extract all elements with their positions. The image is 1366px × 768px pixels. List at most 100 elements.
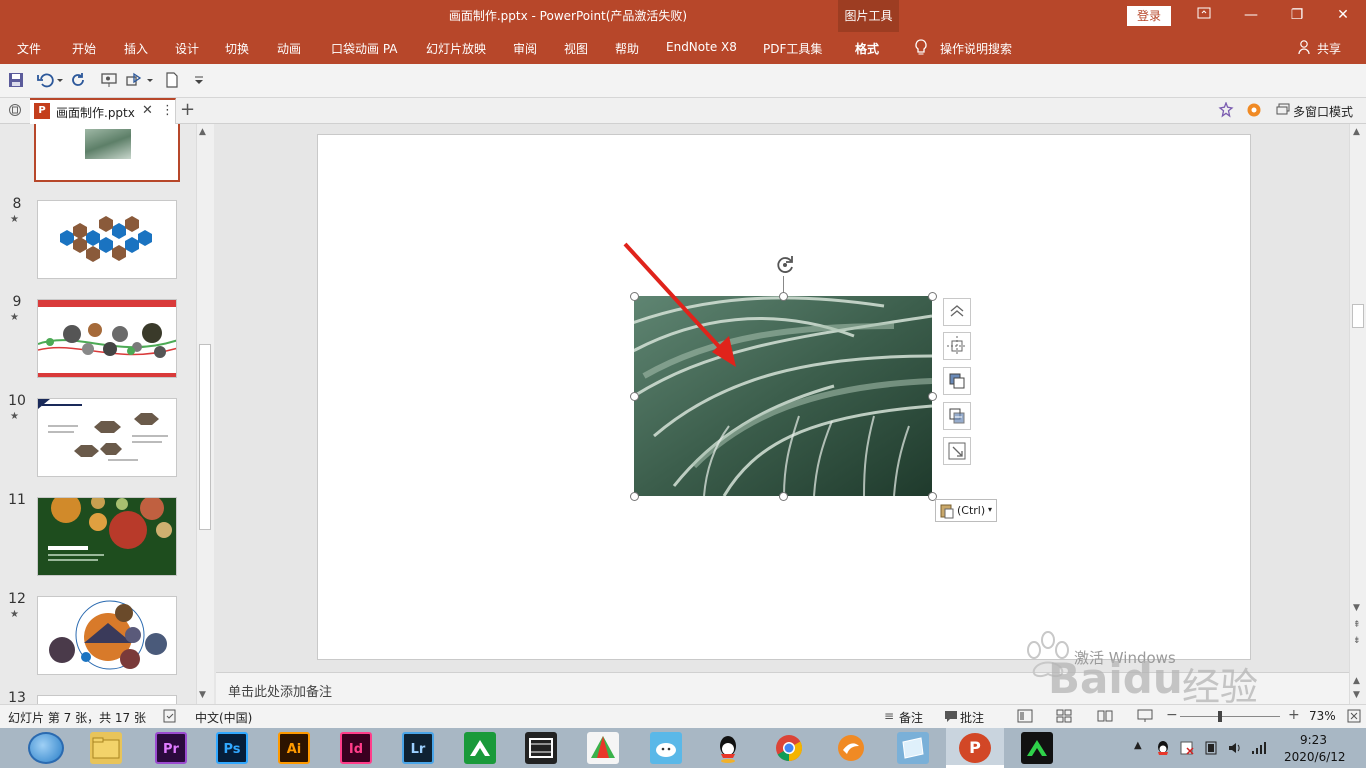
chrome-icon[interactable]: [773, 732, 805, 764]
notes-pane[interactable]: 单击此处添加备注: [216, 672, 1349, 704]
resize-handle-bottom-left[interactable]: [630, 492, 639, 501]
scroll-up-icon[interactable]: ▲: [1353, 127, 1360, 137]
new-tab-icon[interactable]: +: [180, 99, 195, 120]
lightbulb-icon[interactable]: [914, 38, 928, 59]
tab-list-icon[interactable]: [8, 103, 22, 120]
fit-to-window-icon[interactable]: [1347, 709, 1361, 726]
notes-button[interactable]: 备注: [899, 709, 923, 726]
tab-help[interactable]: 帮助: [615, 40, 639, 57]
tray-qq-icon[interactable]: [1155, 739, 1171, 760]
colorful-app-icon[interactable]: [587, 732, 619, 764]
multi-window-mode-button[interactable]: 多窗口模式: [1293, 103, 1353, 120]
zoom-out-icon[interactable]: −: [1166, 707, 1178, 723]
thumb-scroll-up-icon[interactable]: ▲: [199, 127, 206, 137]
show-hidden-icons-icon[interactable]: ▲: [1134, 740, 1142, 751]
notes-scroll-up-icon[interactable]: ▲: [1353, 676, 1360, 686]
share-button[interactable]: 共享: [1317, 40, 1341, 57]
green-app-icon[interactable]: [464, 732, 496, 764]
thumbnails-scrollbar[interactable]: ▲ ▼: [196, 124, 214, 704]
clock-date[interactable]: 2020/6/12: [1284, 750, 1346, 764]
tab-insert[interactable]: 插入: [124, 40, 148, 57]
align-center-button[interactable]: [943, 332, 971, 360]
slide-thumb-9[interactable]: [37, 299, 177, 378]
illustrator-icon[interactable]: Ai: [278, 732, 310, 764]
language-status[interactable]: 中文(中国): [195, 709, 252, 726]
share-user-icon[interactable]: [1298, 39, 1312, 58]
new-file-icon[interactable]: [165, 72, 183, 90]
layout-options-button[interactable]: [943, 298, 971, 326]
slide-sorter-icon[interactable]: [1056, 709, 1072, 726]
zoom-slider-thumb[interactable]: [1218, 711, 1222, 722]
reading-view-icon[interactable]: [1097, 709, 1113, 726]
comments-button[interactable]: 批注: [960, 709, 984, 726]
tab-pocket-animation[interactable]: 口袋动画 PA: [331, 40, 398, 57]
tab-more-icon[interactable]: ⋮: [161, 103, 174, 118]
ribbon-display-options-icon[interactable]: [1181, 0, 1227, 32]
slide-vertical-scrollbar[interactable]: ▲ ▼ ⇞ ⇟ ▲ ▼: [1349, 124, 1366, 704]
tab-view[interactable]: 视图: [564, 40, 588, 57]
normal-view-icon[interactable]: [1017, 709, 1033, 726]
green-logo-app-icon[interactable]: [1021, 732, 1053, 764]
slide-thumb-7-selected[interactable]: [34, 124, 180, 182]
resize-handle-right[interactable]: [928, 392, 937, 401]
shapes-icon[interactable]: [125, 72, 143, 90]
premiere-icon[interactable]: Pr: [155, 732, 187, 764]
undo-icon[interactable]: [37, 72, 55, 90]
resize-handle-top[interactable]: [779, 292, 788, 301]
zoom-slider-track[interactable]: [1180, 716, 1280, 717]
lightroom-icon[interactable]: Lr: [402, 732, 434, 764]
minimize-icon[interactable]: —: [1228, 0, 1274, 32]
redo-icon[interactable]: [71, 72, 89, 90]
volume-icon[interactable]: [1227, 740, 1243, 759]
network-signal-icon[interactable]: [1251, 740, 1267, 759]
slideshow-view-icon[interactable]: [1137, 709, 1153, 726]
tray-device-icon[interactable]: [1203, 740, 1219, 759]
paper-app-icon[interactable]: [897, 732, 929, 764]
notes-placeholder[interactable]: 单击此处添加备注: [228, 681, 332, 700]
undo-dropdown-icon[interactable]: [56, 72, 64, 90]
slide-thumb-11[interactable]: [37, 497, 177, 576]
presenter-icon[interactable]: [100, 72, 118, 90]
tab-animations[interactable]: 动画: [277, 40, 301, 57]
crop-button[interactable]: [943, 437, 971, 465]
multi-window-icon[interactable]: [1276, 103, 1290, 118]
notes-scroll-down-icon[interactable]: ▼: [1353, 690, 1360, 700]
settings-gear-icon[interactable]: [1246, 102, 1262, 121]
shapes-dropdown-icon[interactable]: [146, 72, 154, 90]
comments-icon[interactable]: [944, 709, 958, 726]
video-editor-icon[interactable]: [525, 732, 557, 764]
tab-review[interactable]: 审阅: [513, 40, 537, 57]
browser-bird-icon[interactable]: [835, 732, 867, 764]
tab-file[interactable]: 文件: [17, 40, 41, 57]
qq-icon[interactable]: [712, 732, 744, 764]
document-tab[interactable]: P 画面制作.pptx ✕ ⋮: [30, 98, 176, 124]
accessibility-check-icon[interactable]: [163, 709, 177, 726]
slide-scroll-thumb[interactable]: [1352, 304, 1364, 328]
thumb-scroll-thumb[interactable]: [199, 344, 211, 530]
tell-me-search[interactable]: 操作说明搜索: [940, 40, 1012, 57]
next-slide-icon[interactable]: ⇟: [1353, 636, 1361, 646]
powerpoint-taskbar-active[interactable]: P: [946, 728, 1004, 768]
indesign-icon[interactable]: Id: [340, 732, 372, 764]
save-icon[interactable]: [8, 72, 26, 90]
restore-icon[interactable]: ❐: [1274, 0, 1320, 32]
tab-pdf-tools[interactable]: PDF工具集: [763, 40, 822, 57]
bring-forward-button[interactable]: [943, 367, 971, 395]
slide-thumb-13[interactable]: [37, 695, 177, 704]
zoom-level[interactable]: 73%: [1309, 709, 1336, 723]
tab-endnote[interactable]: EndNote X8: [666, 40, 737, 54]
customize-qat-icon[interactable]: [193, 72, 211, 90]
paste-options-button[interactable]: (Ctrl) ▾: [935, 499, 997, 522]
slide-thumb-10[interactable]: [37, 398, 177, 477]
tab-format[interactable]: 格式: [855, 40, 879, 57]
previous-slide-icon[interactable]: ⇞: [1353, 620, 1361, 630]
resize-handle-bottom[interactable]: [779, 492, 788, 501]
close-icon[interactable]: ✕: [1320, 0, 1366, 32]
close-tab-icon[interactable]: ✕: [142, 103, 153, 118]
tab-slideshow[interactable]: 幻灯片放映: [426, 40, 486, 57]
resize-handle-top-right[interactable]: [928, 292, 937, 301]
photoshop-icon[interactable]: Ps: [216, 732, 248, 764]
slide-thumb-12[interactable]: [37, 596, 177, 675]
cloud-app-icon[interactable]: [650, 732, 682, 764]
clock-time[interactable]: 9:23: [1300, 733, 1327, 747]
